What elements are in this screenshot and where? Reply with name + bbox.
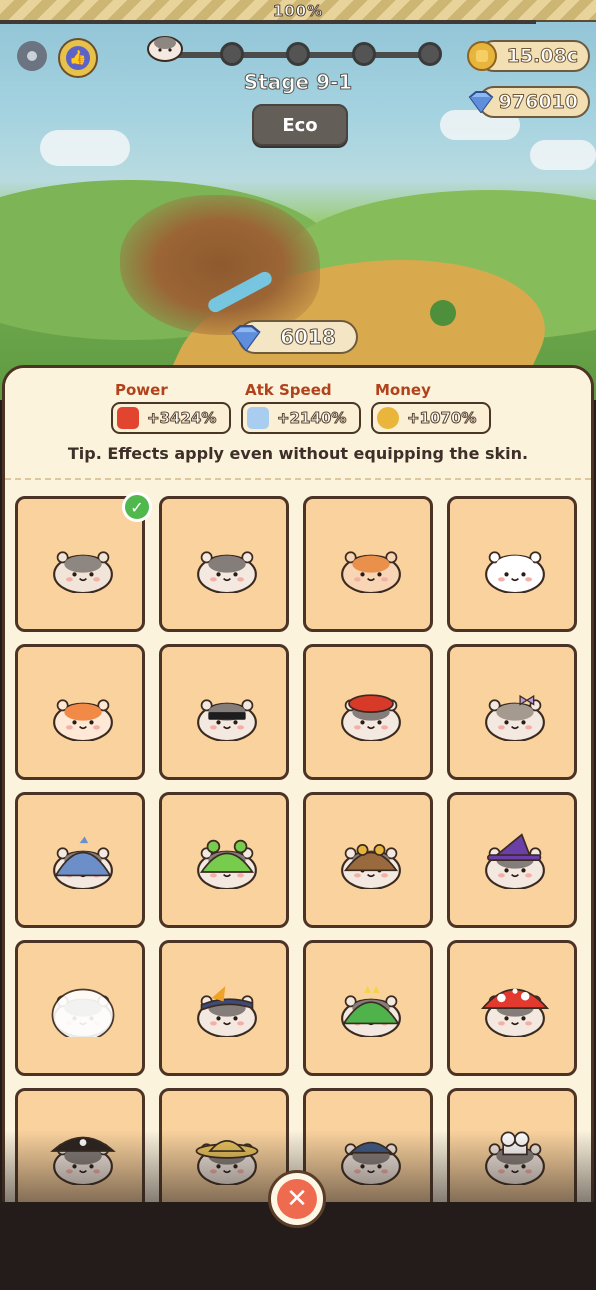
coin-balance-value: 15.08c <box>506 45 578 68</box>
equipped-check-icon: ✓ <box>122 492 152 522</box>
skin-card-grey[interactable] <box>159 496 289 632</box>
hamster-frog-icon <box>197 839 257 889</box>
skin-card-white[interactable] <box>447 496 577 632</box>
power-value: +3424% <box>146 409 217 428</box>
cloud <box>530 140 596 170</box>
hamster-astronaut-icon <box>51 988 115 1037</box>
close-button[interactable]: ✕ <box>268 1170 326 1228</box>
like-button[interactable]: 👍 <box>58 38 98 78</box>
stage-node <box>286 42 310 66</box>
skin-card-frog[interactable] <box>159 792 289 928</box>
wave-progress-label: 100% <box>272 2 324 21</box>
hamster-beret-icon <box>341 694 401 741</box>
hamster-sunglasses-icon <box>197 699 257 741</box>
skin-card-shark[interactable] <box>15 792 145 928</box>
hamster-grey-icon <box>197 551 257 593</box>
stage-node <box>352 42 376 66</box>
hamster-witch-icon <box>485 833 545 889</box>
eco-mode-button[interactable]: Eco <box>252 104 348 146</box>
hamster-aviator-icon <box>341 844 401 889</box>
skin-card-bow[interactable] <box>447 644 577 780</box>
skin-card-classic[interactable]: ✓ <box>15 492 152 632</box>
hamster-avatar-icon <box>147 36 183 62</box>
hamster-straw-hat-icon <box>195 1140 259 1185</box>
skin-card-ginger[interactable] <box>303 496 433 632</box>
skin-card-ninja[interactable] <box>159 940 289 1076</box>
skin-card-witch[interactable] <box>447 792 577 928</box>
skin-card-aviator[interactable] <box>303 792 433 928</box>
tip-text: Tip. Effects apply even without equippin… <box>67 444 529 463</box>
hamster-shark-icon <box>53 836 113 889</box>
hamster-classic-icon <box>53 551 113 593</box>
skin-card-astronaut[interactable] <box>15 940 145 1076</box>
hamster-chef-icon <box>485 1131 545 1185</box>
skin-gem-cost-value: 6018 <box>280 325 337 350</box>
money-stat: +1070% <box>371 402 491 434</box>
skin-card-mushroom[interactable] <box>447 940 577 1076</box>
hamster-cap-icon <box>341 1141 401 1185</box>
sword-icon <box>247 407 269 429</box>
money-label: Money <box>375 381 431 399</box>
gear-icon <box>17 41 47 71</box>
battle-dust-cloud <box>120 195 320 335</box>
hamster-ginger-icon <box>341 551 401 593</box>
diamond-icon <box>468 91 494 113</box>
wave-progress-fill <box>0 20 536 24</box>
coin-icon <box>467 41 497 71</box>
gem-balance-value: 976010 <box>498 91 578 114</box>
diamond-icon <box>231 325 261 351</box>
skin-card-sunglasses[interactable] <box>159 644 289 780</box>
skin-card-orange[interactable] <box>15 644 145 780</box>
stage-node <box>418 42 442 66</box>
money-value: +1070% <box>406 409 477 428</box>
stage-title: Stage 9-1 <box>243 70 353 95</box>
cloud <box>40 130 130 166</box>
skin-card-beret[interactable] <box>303 644 433 780</box>
power-icon <box>117 407 139 429</box>
power-label: Power <box>115 381 168 399</box>
atk-speed-stat: +2140% <box>241 402 361 434</box>
hamster-orange-icon <box>53 699 113 741</box>
hamster-white-icon <box>485 551 545 593</box>
bush <box>430 300 456 326</box>
skin-effects-summary: Power +3424% Atk Speed +2140% Money +107… <box>5 368 591 480</box>
thumbs-up-icon: 👍 <box>66 46 90 70</box>
power-stat: +3424% <box>111 402 231 434</box>
close-x-icon: ✕ <box>277 1179 317 1219</box>
stage-node <box>220 42 244 66</box>
atk-speed-label: Atk Speed <box>245 381 332 399</box>
atk-speed-value: +2140% <box>276 409 347 428</box>
hamster-dino-icon <box>341 986 401 1037</box>
skin-panel: Power +3424% Atk Speed +2140% Money +107… <box>2 365 594 1225</box>
coin-icon <box>377 407 399 429</box>
hamster-mushroom-icon <box>480 988 550 1037</box>
skin-card-dino[interactable] <box>303 940 433 1076</box>
hamster-pirate-icon <box>50 1136 116 1185</box>
hamster-bow-icon <box>485 694 545 741</box>
hamster-ninja-icon <box>197 986 257 1037</box>
settings-button[interactable] <box>14 38 50 74</box>
